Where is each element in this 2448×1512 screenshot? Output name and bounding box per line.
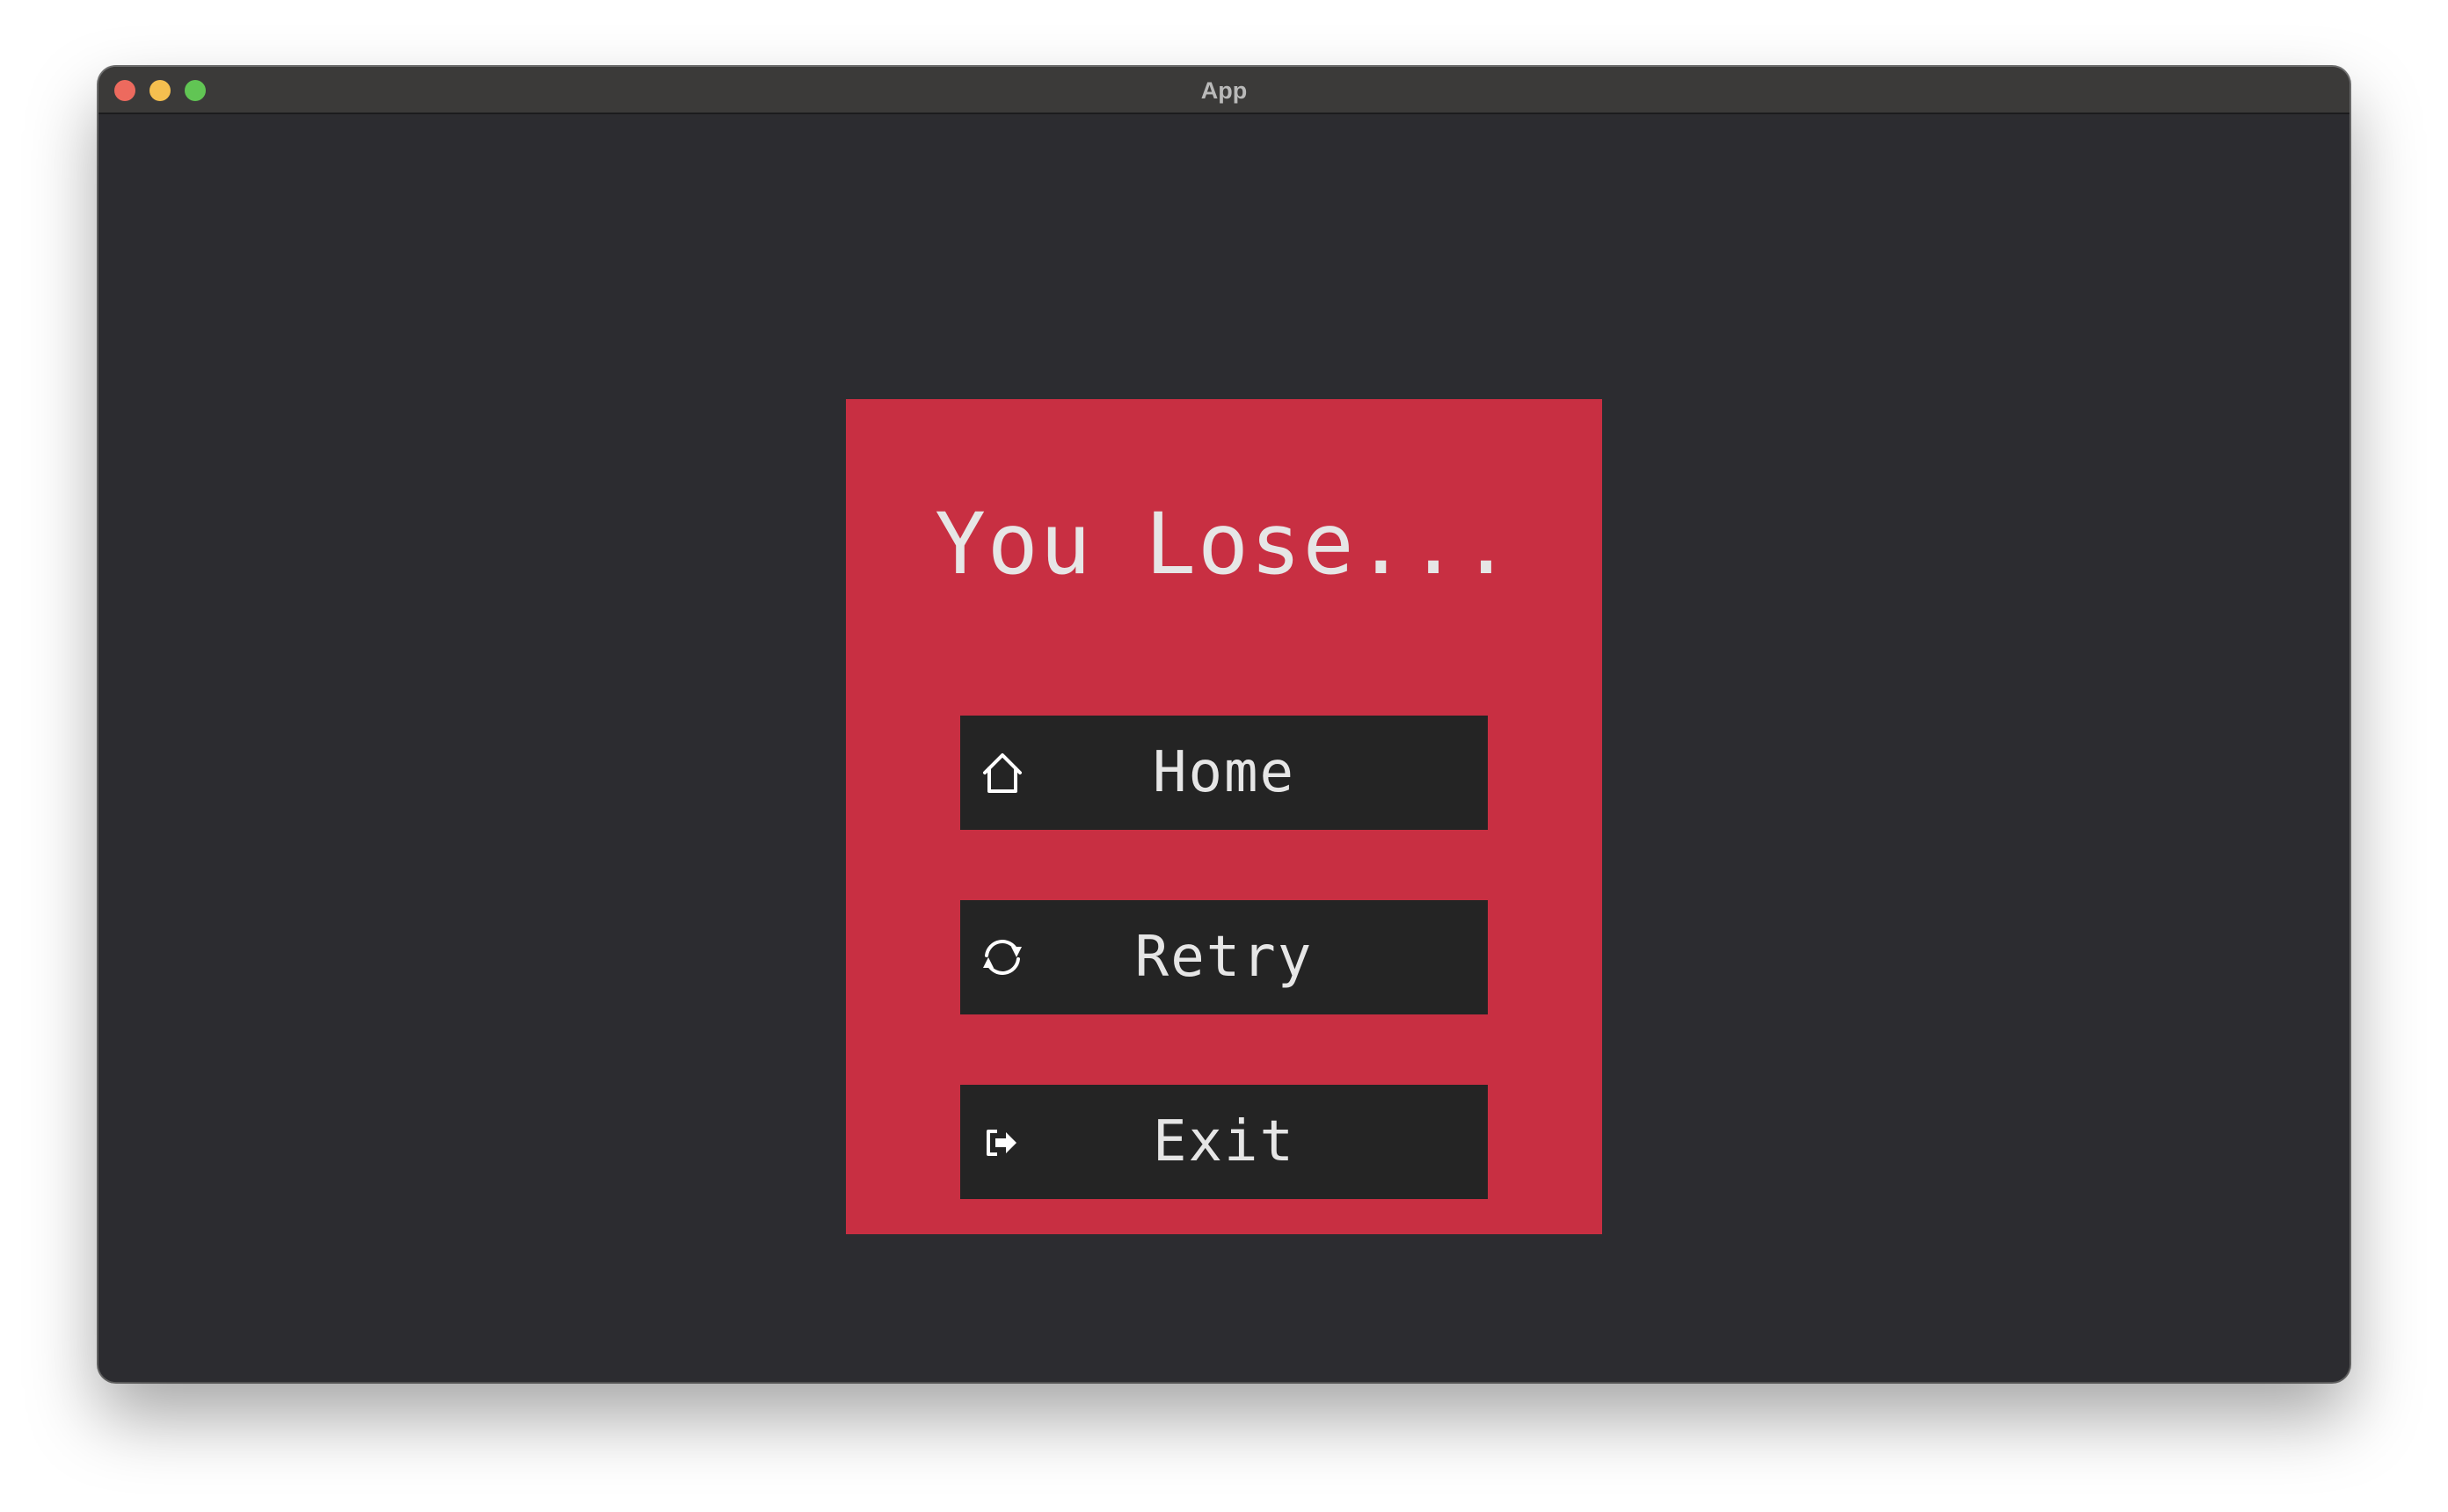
retry-button-label: Retry [1134, 925, 1314, 990]
lose-dialog: You Lose... Home Retry Exit [846, 399, 1602, 1234]
game-area: You Lose... Home Retry Exit [98, 114, 2350, 1382]
retry-button[interactable]: Retry [960, 900, 1488, 1014]
exit-button-label: Exit [1152, 1109, 1296, 1174]
exit-button[interactable]: Exit [960, 1085, 1488, 1199]
window-title: App [1200, 77, 1248, 104]
app-window: App You Lose... Home Retry Exit [98, 67, 2350, 1382]
home-button-label: Home [1152, 740, 1296, 805]
lose-title: You Lose... [935, 495, 1513, 593]
title-bar[interactable]: App [98, 67, 2350, 114]
home-button[interactable]: Home [960, 716, 1488, 830]
